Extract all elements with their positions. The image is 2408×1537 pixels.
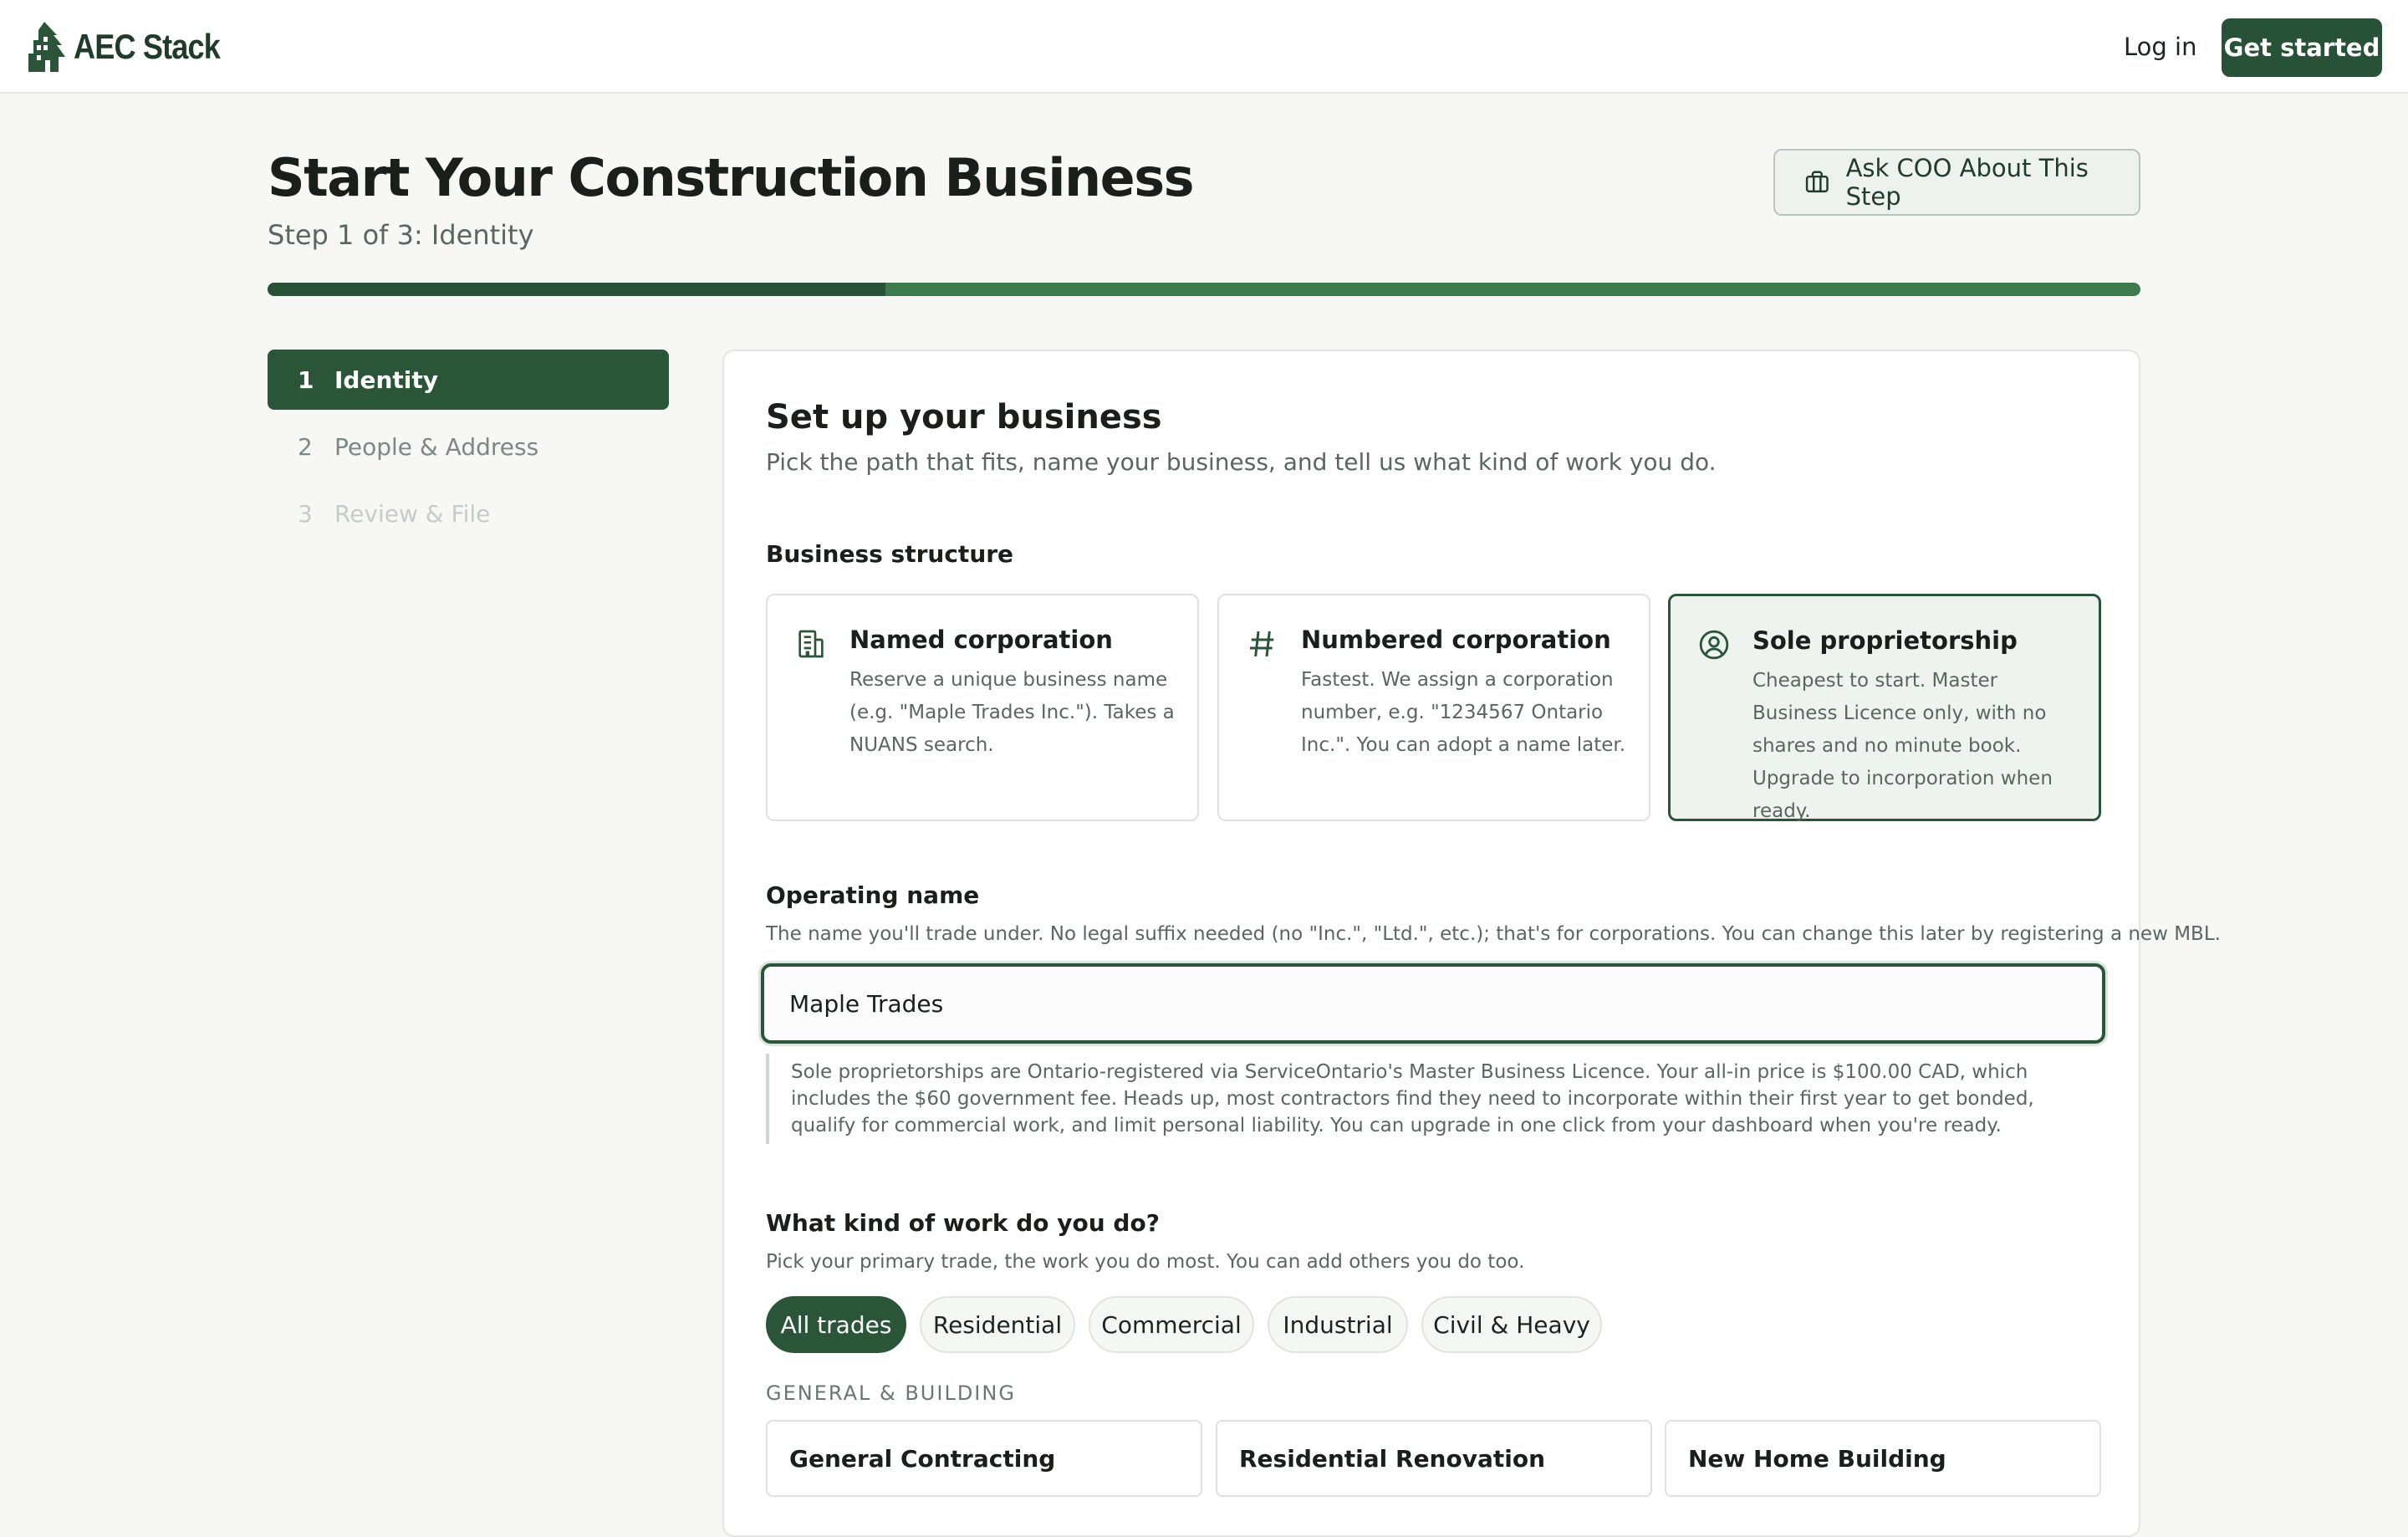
trade-new-home-building[interactable]: New Home Building — [1665, 1420, 2101, 1497]
card-title: Set up your business — [766, 398, 1162, 437]
option-title: Named corporation — [849, 626, 1113, 654]
option-sole-proprietorship[interactable]: Sole proprietorship Cheapest to start. M… — [1668, 594, 2101, 822]
filter-chip-commercial[interactable]: Commercial — [1089, 1296, 1254, 1353]
step-label: Review & File — [334, 499, 491, 528]
filter-chip-residential[interactable]: Residential — [920, 1296, 1075, 1353]
setup-card: Set up your business Pick the path that … — [722, 350, 2221, 1537]
sole-prop-info-note: Sole proprietorships are Ontario-registe… — [766, 1054, 2104, 1144]
step-number: 2 — [298, 432, 313, 461]
filter-chip-all-trades[interactable]: All trades — [766, 1296, 906, 1353]
operating-name-input[interactable]: Maple Trades — [761, 963, 2105, 1044]
work-type-help: Pick your primary trade, the work you do… — [766, 1251, 1525, 1273]
briefcase-icon — [1805, 171, 1829, 193]
filter-chip-civil-heavy[interactable]: Civil & Heavy — [1421, 1296, 1602, 1353]
option-named-corporation[interactable]: Named corporation Reserve a unique busin… — [766, 594, 1199, 821]
step-number: 1 — [298, 365, 314, 394]
trade-residential-renovation[interactable]: Residential Renovation — [1216, 1420, 1652, 1497]
trade-group-label: GENERAL & BUILDING — [766, 1381, 1016, 1405]
step-nav: 1 Identity 2 People & Address 3 Review &… — [268, 350, 669, 550]
option-title: Numbered corporation — [1301, 626, 1611, 654]
login-link[interactable]: Log in — [2107, 25, 2213, 69]
filter-chip-industrial[interactable]: Industrial — [1268, 1296, 1408, 1353]
step-label: People & Address — [334, 432, 539, 461]
step-number: 3 — [298, 499, 313, 528]
business-structure-label: Business structure — [766, 540, 1014, 568]
user-circle-icon — [1699, 630, 1729, 660]
trade-general-contracting[interactable]: General Contracting — [766, 1420, 1202, 1497]
logo-text: AEC Stack — [74, 27, 221, 66]
step-indicator: Step 1 of 3: Identity — [268, 219, 534, 251]
top-nav: AEC Stack Log in Get started — [0, 0, 2408, 94]
step-identity[interactable]: 1 Identity — [268, 350, 669, 410]
get-started-button[interactable]: Get started — [2222, 18, 2382, 77]
step-label: Identity — [334, 365, 439, 394]
ask-coo-label: Ask COO About This Step — [1845, 154, 2089, 211]
hash-icon — [1250, 631, 1274, 657]
option-title: Sole proprietorship — [1752, 626, 2018, 655]
option-description: Fastest. We assign a corporation number,… — [1301, 669, 1626, 756]
option-description: Reserve a unique business name (e.g. "Ma… — [849, 669, 1175, 756]
logo[interactable]: AEC Stack — [25, 20, 243, 74]
building-icon — [798, 630, 824, 658]
step-people-address[interactable]: 2 People & Address — [268, 416, 669, 477]
logo-building-icon — [28, 22, 65, 72]
operating-name-help: The name you'll trade under. No legal su… — [766, 923, 2221, 945]
progress-fill — [268, 283, 886, 296]
progress-bar — [268, 283, 2140, 296]
option-description: Cheapest to start. Master Business Licen… — [1752, 670, 2053, 822]
work-type-label: What kind of work do you do? — [766, 1209, 1160, 1237]
card-subtitle: Pick the path that fits, name your busin… — [766, 448, 1717, 476]
step-review-file: 3 Review & File — [268, 483, 669, 544]
page-title: Start Your Construction Business — [268, 147, 1195, 208]
ask-coo-button[interactable]: Ask COO About This Step — [1773, 149, 2140, 216]
operating-name-label: Operating name — [766, 881, 980, 909]
option-numbered-corporation[interactable]: Numbered corporation Fastest. We assign … — [1217, 594, 1650, 821]
